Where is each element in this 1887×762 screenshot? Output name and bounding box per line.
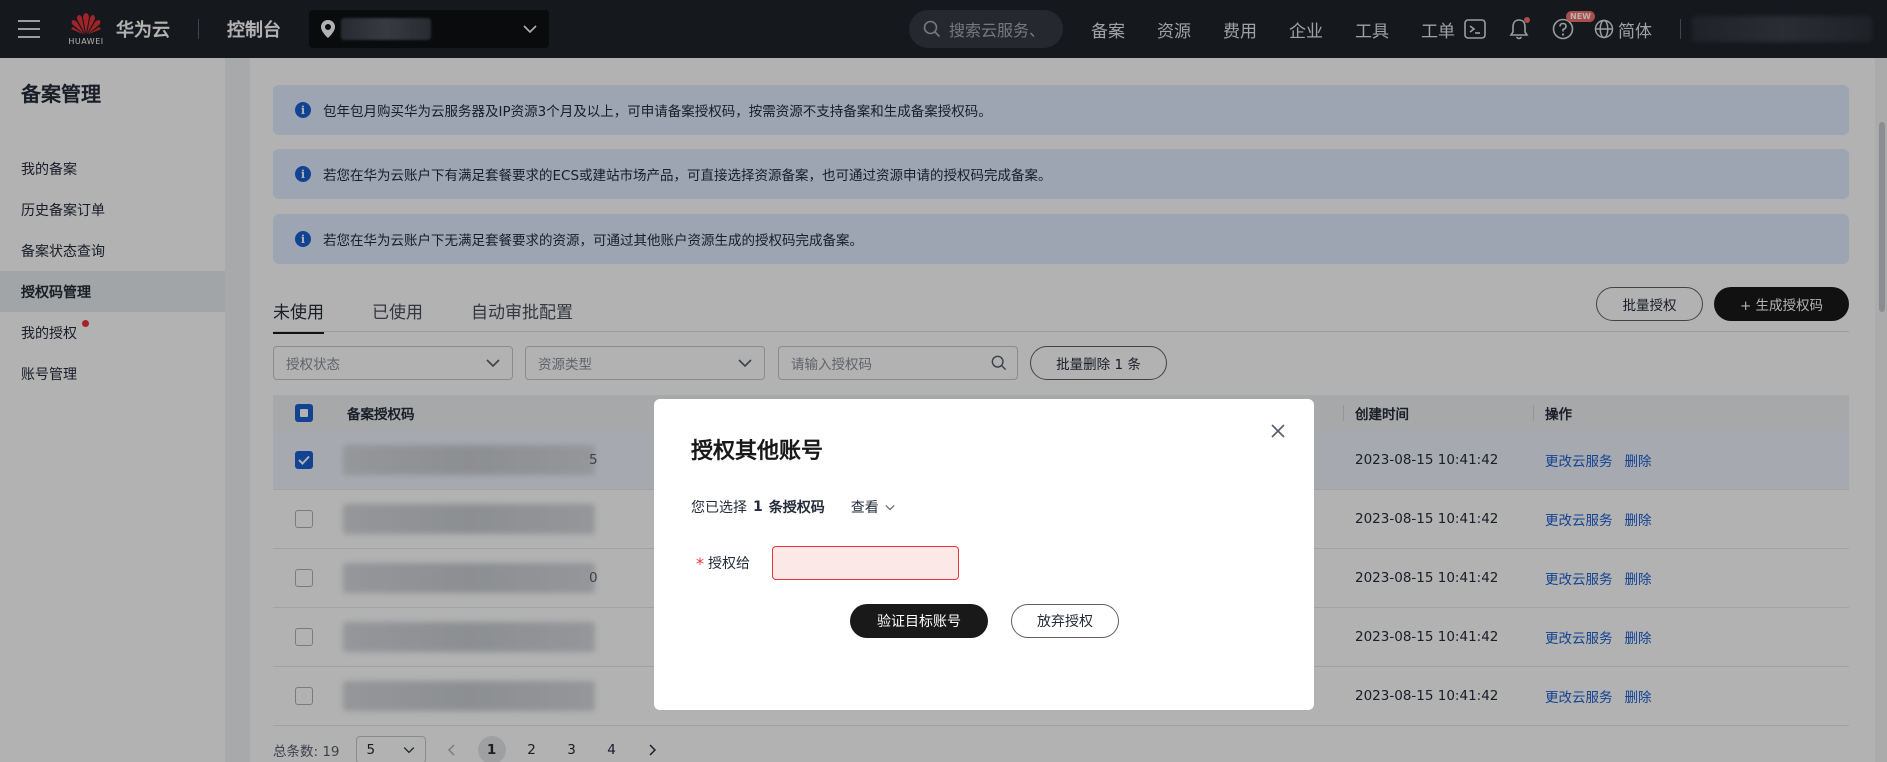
verify-account-button[interactable]: 验证目标账号 (850, 604, 988, 638)
selection-prefix: 您已选择 (691, 500, 747, 516)
dialog-title: 授权其他账号 (691, 439, 824, 464)
selection-summary: 您已选择 1 条授权码 查看 (691, 497, 895, 517)
required-asterisk: * (696, 553, 704, 573)
field-label: 授权给 (708, 556, 750, 572)
selection-unit: 条授权码 (768, 500, 825, 516)
view-label: 查看 (850, 500, 879, 516)
chevron-down-icon (885, 504, 895, 510)
cancel-authorization-button[interactable]: 放弃授权 (1011, 604, 1119, 638)
authorize-to-field: * 授权给 (696, 546, 959, 580)
selection-count: 1 (753, 499, 763, 515)
authorize-account-dialog: 授权其他账号 您已选择 1 条授权码 查看 * 授权给 验证目标账号 放弃授权 (654, 399, 1314, 710)
target-account-input[interactable] (772, 546, 959, 580)
view-selection-toggle[interactable]: 查看 (851, 497, 895, 517)
close-icon[interactable] (1268, 421, 1288, 441)
